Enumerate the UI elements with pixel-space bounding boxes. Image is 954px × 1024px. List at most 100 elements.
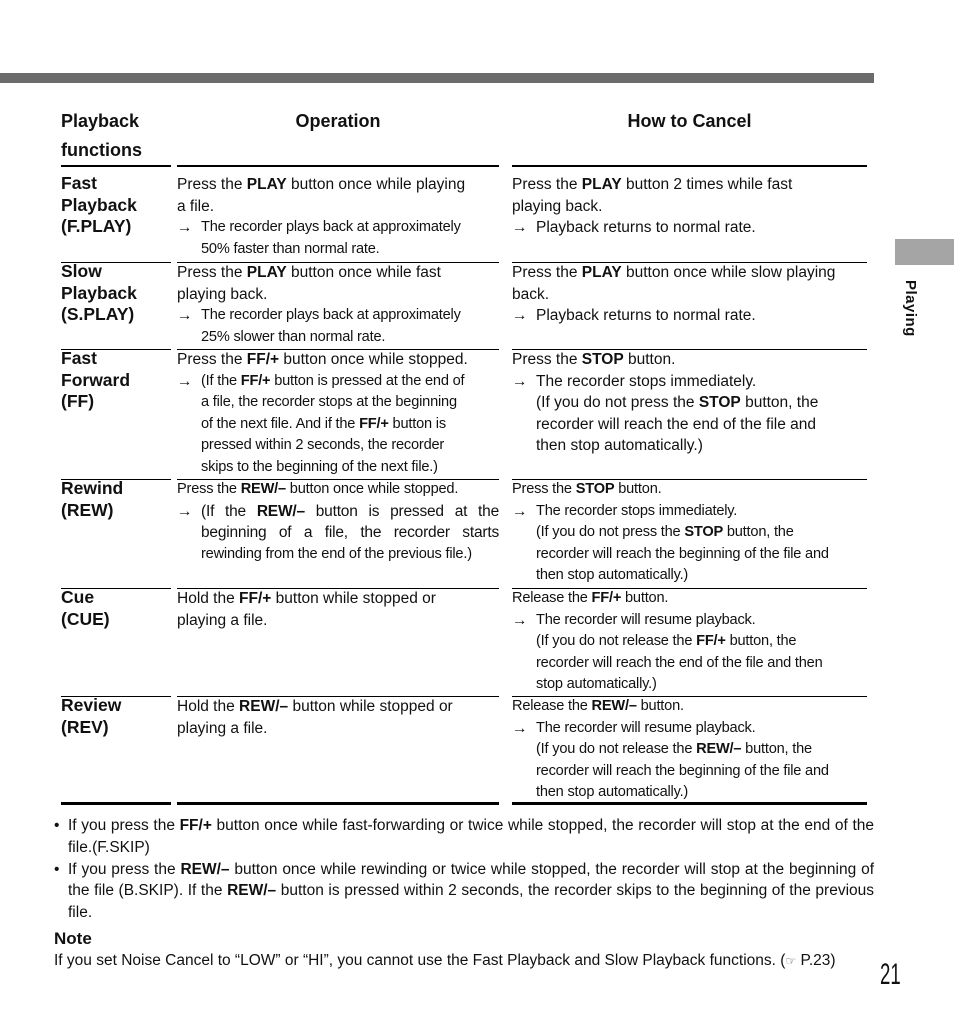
function-name-line: (S.PLAY) xyxy=(61,304,135,324)
operation-result-line: beginning of a file, the recorder starts xyxy=(177,522,499,544)
text-run: button is pressed at the xyxy=(304,502,500,520)
text-run: The recorder will resume playback. xyxy=(536,719,756,736)
text-run: then stop automatically.) xyxy=(536,784,689,801)
text-run: Press the xyxy=(512,481,576,497)
operation-line: Hold the REW/– button while stopped or xyxy=(177,696,499,718)
cancel-result-line: → The recorder will resume playback. xyxy=(512,718,867,740)
result-text: recorder will reach the beginning of the… xyxy=(536,544,829,566)
button-name: FF/+ xyxy=(179,817,212,834)
result-text: then stop automatically.) xyxy=(536,435,703,457)
cancel-line: Press the STOP button. xyxy=(512,349,867,371)
result-text: The recorder stops immediately. xyxy=(536,371,756,393)
table-bottom-rule-cancel xyxy=(512,802,867,805)
notes-section: • If you press the FF/+ button once while… xyxy=(54,815,874,973)
function-name-line: (FF) xyxy=(61,391,95,411)
result-text: skips to the beginning of the next file.… xyxy=(201,457,438,479)
operation-line: playing a file. xyxy=(177,718,499,740)
page-number: 21 xyxy=(880,958,901,991)
result-text: stop automatically.) xyxy=(536,674,657,696)
function-name: Slow Playback (S.PLAY) xyxy=(61,261,171,326)
table-bottom-rule-operation xyxy=(177,802,499,805)
text-run: Press the xyxy=(512,351,582,368)
text-run: The recorder stops immediately. xyxy=(536,372,757,390)
text-run: (If you do not release the xyxy=(536,633,697,650)
button-name: STOP xyxy=(575,481,615,497)
cancel-cell: Release the REW/– button. → The recorder w… xyxy=(512,696,867,804)
text-run: button while stopped or xyxy=(288,698,453,715)
result-text: (If you do not press the STOP button, th… xyxy=(536,392,818,414)
result-text: (If you do not release the FF/+ button, … xyxy=(536,631,797,653)
text-run: Release the xyxy=(512,698,592,714)
bullet-text: If you press the FF/+ button once while … xyxy=(68,815,874,859)
text-run: If you press the xyxy=(68,817,180,834)
function-name-line: (F.PLAY) xyxy=(61,216,132,236)
button-name: STOP xyxy=(698,394,741,412)
note-title: Note xyxy=(54,928,92,948)
text-run: button, the xyxy=(725,633,797,650)
table-bottom-rule-functions xyxy=(61,802,171,805)
cancel-result-line: (If you do not press the STOP button, th… xyxy=(512,522,867,544)
text-run: The recorder stops immediately. xyxy=(536,502,738,519)
cancel-line: Release the FF/+ button. xyxy=(512,588,867,610)
cancel-cell: Press the STOP button. → The recorder stop… xyxy=(512,349,867,457)
bullet-text: If you press the REW/– button once while… xyxy=(68,859,874,924)
cancel-result-line: then stop automatically.) xyxy=(512,782,867,804)
cancel-result-line: then stop automatically.) xyxy=(512,565,867,587)
function-name: Cue (CUE) xyxy=(61,587,171,630)
button-name: FF/+ xyxy=(591,590,622,606)
result-text: rewinding from the end of the previous f… xyxy=(201,544,472,566)
text-run: button 2 times while fast xyxy=(621,176,793,193)
text-run: rewinding from the end of the previous f… xyxy=(201,545,472,562)
header-how-to-cancel: How to Cancel xyxy=(627,111,752,131)
cancel-result-line: recorder will reach the end of the file … xyxy=(512,414,867,436)
text-run: button once while stopped. xyxy=(285,481,459,497)
operation-cell: Press the FF/+ button once while stopped… xyxy=(177,349,499,479)
text-run: Press the xyxy=(177,264,247,281)
note-body: If you set Noise Cancel to “LOW” or “HI”… xyxy=(54,950,874,973)
text-run: stop automatically.) xyxy=(536,676,657,693)
result-text: (If the REW/– button is pressed at the xyxy=(201,501,499,523)
section-tab-label: Playing xyxy=(902,280,919,337)
result-text: of the next file. And if the FF/+ button… xyxy=(201,414,446,436)
text-run: beginning of a file, the recorder starts xyxy=(201,524,499,542)
result-text: 50% faster than normal rate. xyxy=(201,240,380,257)
button-name: STOP xyxy=(581,351,624,368)
cancel-result-line: (If you do not release the FF/+ button, … xyxy=(512,631,867,653)
cancel-result-line: (If you do not press the STOP button, th… xyxy=(512,392,867,414)
result-text: The recorder plays back at approximately xyxy=(201,307,461,324)
function-name-line: Forward xyxy=(61,369,131,390)
operation-result-line: of the next file. And if the FF/+ button… xyxy=(177,414,499,436)
cancel-result-line: (If you do not release the REW/– button,… xyxy=(512,739,867,761)
result-text: (If you do not release the REW/– button,… xyxy=(536,739,812,761)
button-name: FF/+ xyxy=(246,351,280,368)
note-page-ref[interactable]: P.23) xyxy=(796,952,836,969)
cancel-cell: Press the PLAY button once while slow pl… xyxy=(512,262,867,327)
operation-cell: Press the REW/– button once while stoppe… xyxy=(177,479,499,565)
arrow-right-icon: → xyxy=(177,502,193,520)
text-run: Hold the xyxy=(177,698,240,715)
bullet-icon: • xyxy=(54,860,60,878)
result-text: 25% slower than normal rate. xyxy=(201,328,386,345)
cancel-result-line: stop automatically.) xyxy=(512,674,867,696)
button-name: REW/– xyxy=(256,502,305,520)
function-name: Rewind (REW) xyxy=(61,478,171,521)
bullet-list: • If you press the FF/+ button once while… xyxy=(54,815,874,924)
arrow-right-icon: → xyxy=(512,719,528,737)
cancel-result-line: → The recorder stops immediately. xyxy=(512,501,867,523)
arrow-right-icon: → xyxy=(177,307,193,325)
operation-line: playing a file. xyxy=(177,610,499,632)
cancel-cell: Release the FF/+ button. → The recorder wi… xyxy=(512,588,867,696)
operation-cell: Press the PLAY button once while playing… xyxy=(177,174,499,260)
text-run: button while stopped or xyxy=(271,590,436,607)
button-name: REW/– xyxy=(696,741,742,758)
bullet-item: • If you press the FF/+ button once while… xyxy=(54,815,874,859)
